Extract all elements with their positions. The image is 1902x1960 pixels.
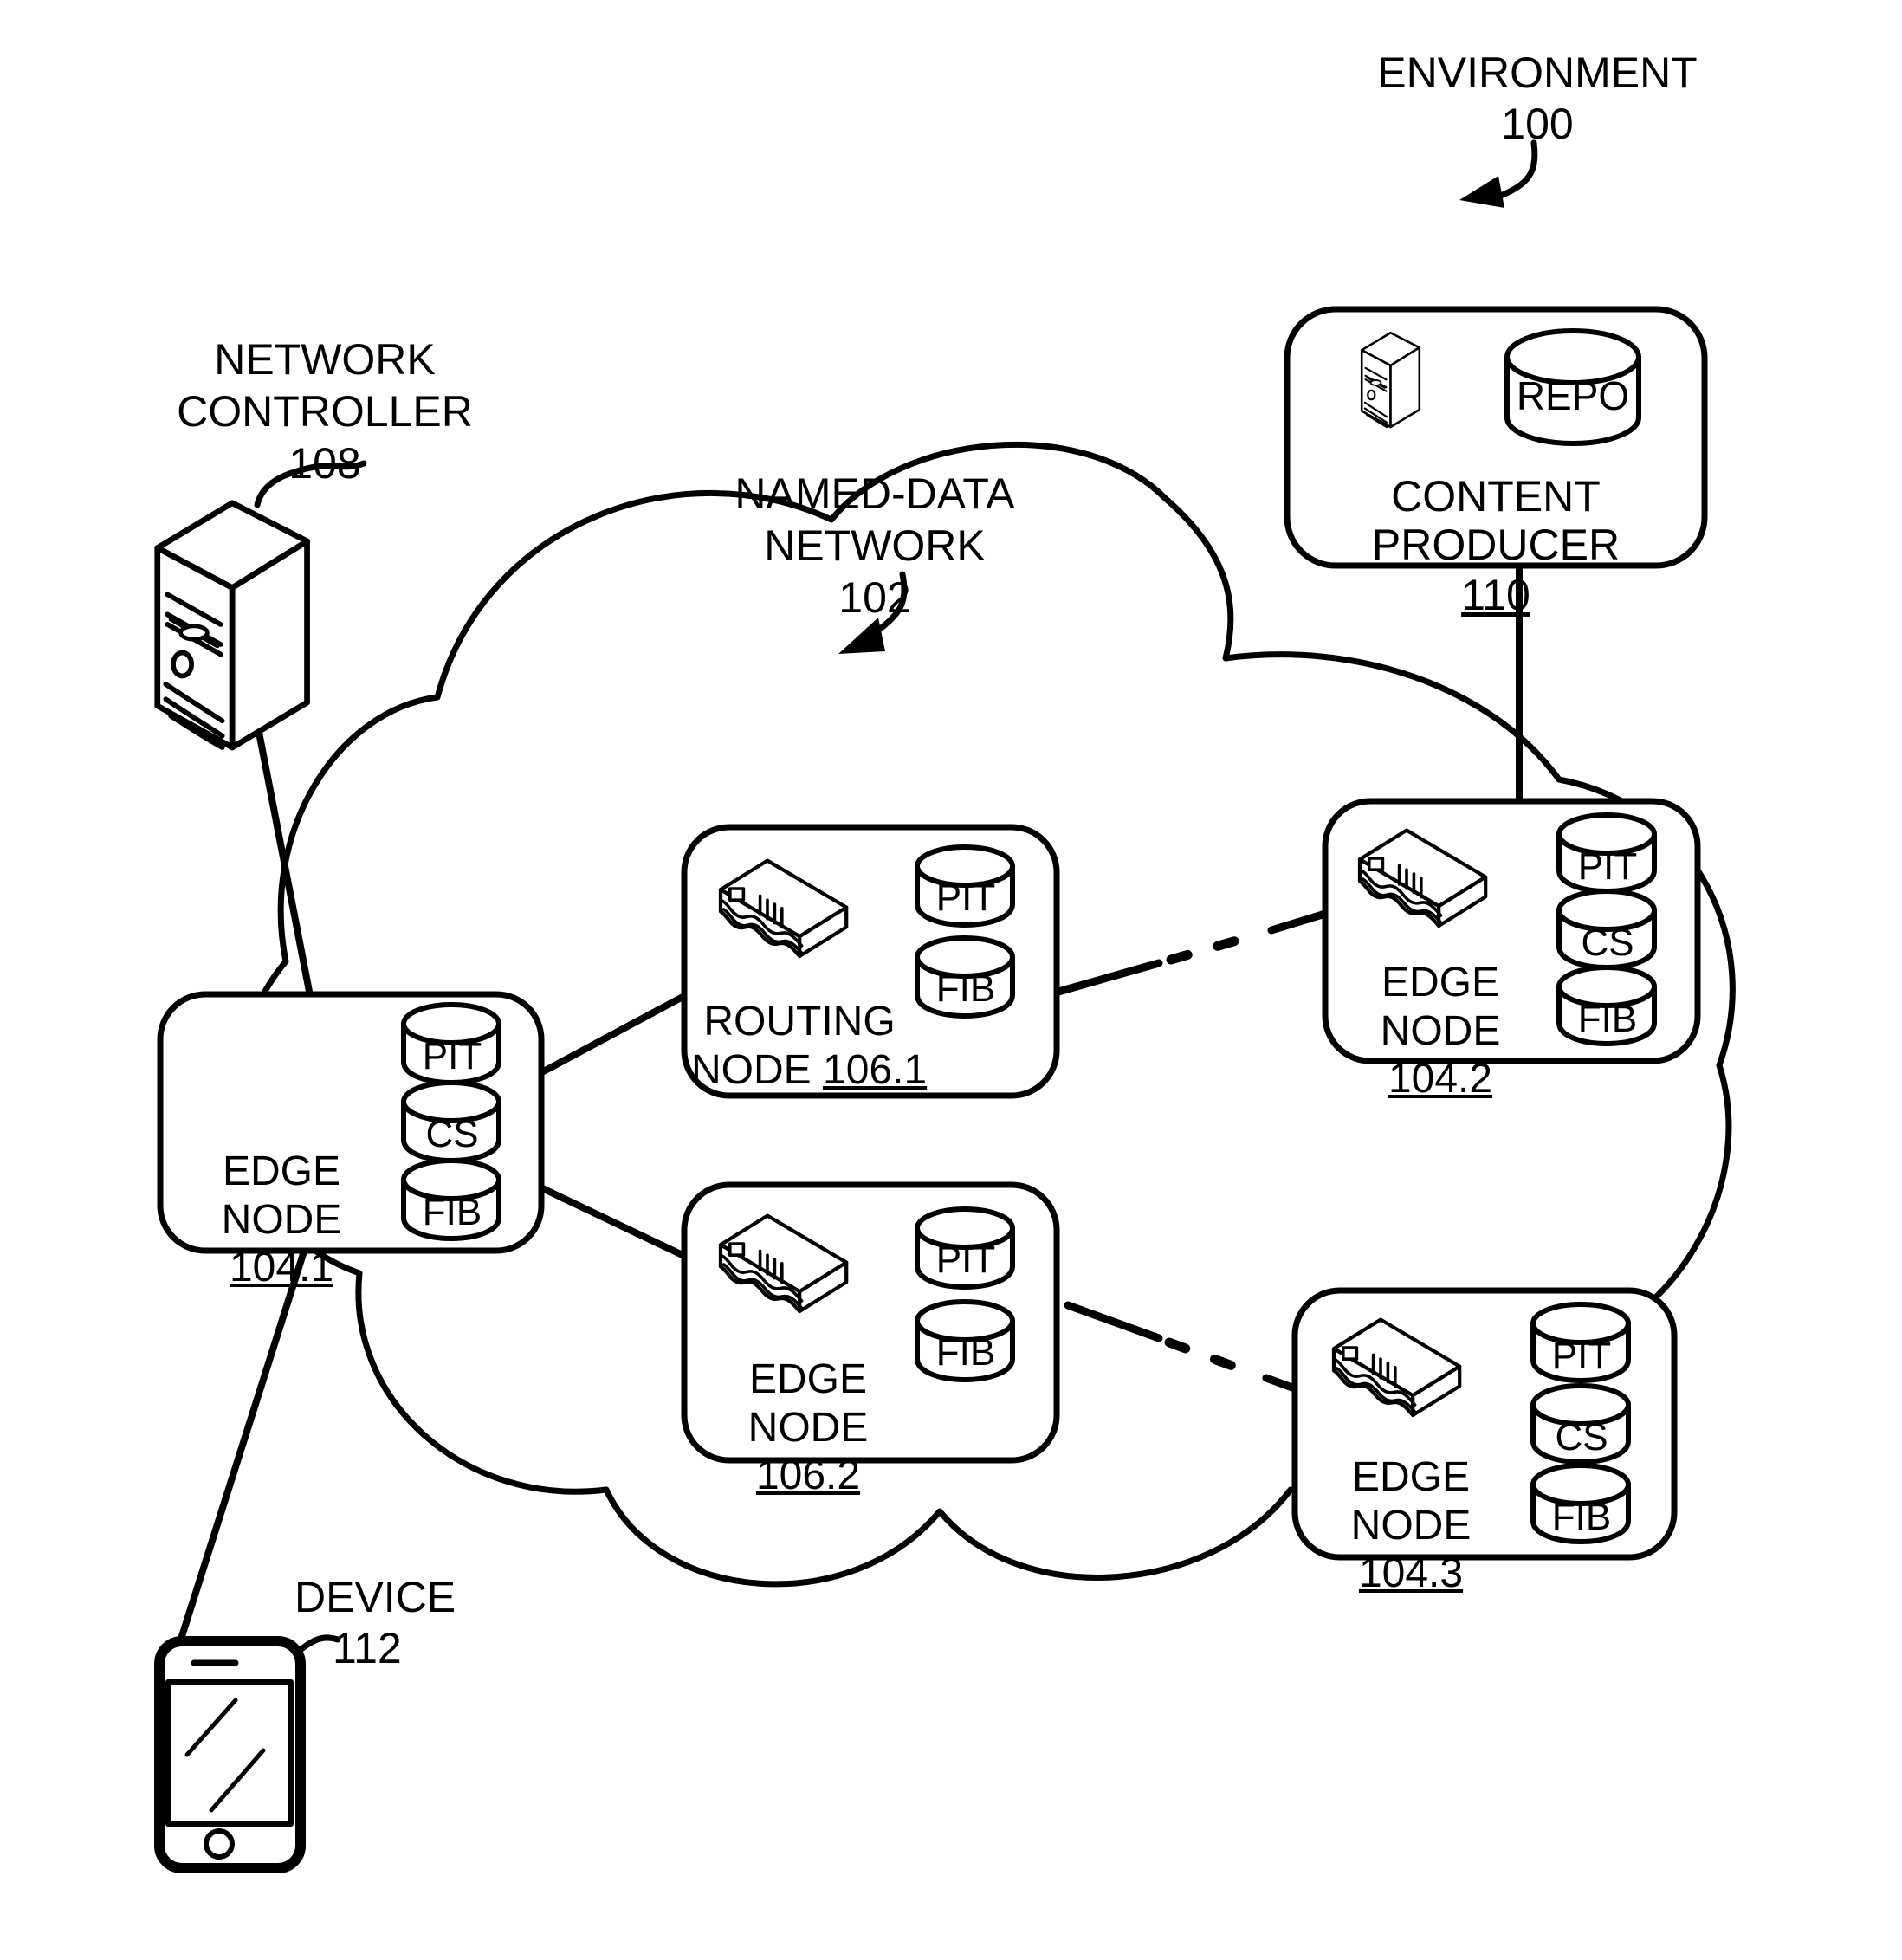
edge-node-104-3-store-pit: PIT [1551, 1335, 1612, 1377]
edge-node-104-2-ref: 104.2 [1388, 1056, 1493, 1103]
edge-node-106-2-store-fib: FIB [935, 1331, 996, 1374]
routing-node-106-1-label-word2: NODE [691, 1046, 812, 1093]
edge-node-104-1-label: EDGE NODE [221, 1148, 342, 1243]
edge-node-106-2-label: EDGE NODE [747, 1356, 869, 1451]
edge-node-104-3-ref: 104.3 [1358, 1550, 1464, 1597]
network-label-line2: NETWORK [764, 521, 986, 570]
edge-node-104-1-store-fib: FIB [422, 1191, 482, 1233]
edge-node-104-3-store-cs: CS [1555, 1416, 1608, 1459]
link-device-to-104-1 [174, 1237, 311, 1653]
network-controller-group[interactable] [158, 503, 307, 747]
server-tower-icon [158, 503, 307, 747]
routing-node-106-1-store-pit: PIT [935, 877, 996, 919]
routing-node-106-1-label-line1: ROUTING [703, 999, 896, 1045]
device-smartphone-icon[interactable] [154, 1636, 306, 1873]
server-tower-icon [1360, 331, 1421, 429]
edge-node-104-2-store-cs: CS [1581, 922, 1634, 964]
content-producer-label: CONTENT PRODUCER [1371, 472, 1621, 569]
routing-node-106-1-store-fib: FIB [935, 967, 996, 1010]
edge-node-106-2-label-group: EDGE NODE 106.2 [691, 1355, 925, 1500]
environment-leader-arrow [1459, 139, 1538, 208]
network-label-line1: NAMED-DATA [734, 469, 1015, 518]
patent-figure-canvas: ENVIRONMENT 100 NAMED-DATA NETWORK 102 N… [0, 0, 1902, 1960]
edge-node-106-2-ref: 106.2 [755, 1452, 861, 1499]
edge-node-104-1-store-pit: PIT [422, 1035, 482, 1077]
link-104-1-to-106-1 [535, 993, 688, 1077]
link-106-1-to-104-2 [1054, 907, 1338, 996]
network-label-group: NAMED-DATA NETWORK 102 [702, 468, 1048, 624]
edge-node-106-2-store-pit: PIT [935, 1239, 996, 1281]
edge-node-104-1-label-group: EDGE NODE 104.1 [165, 1148, 398, 1292]
content-producer-ref: 110 [1461, 571, 1530, 619]
device-ref: 112 [333, 1624, 402, 1672]
network-controller-label-group: NETWORK CONTROLLER 108 [121, 333, 528, 489]
network-controller-ref: 108 [288, 439, 361, 488]
edge-node-104-2-store-pit: PIT [1577, 845, 1638, 888]
routing-node-106-1-label-line2: NODE 106.1 [691, 1046, 927, 1095]
link-104-1-to-106-2 [535, 1183, 688, 1259]
environment-label-group: ENVIRONMENT 100 [1351, 48, 1724, 150]
edge-node-104-2-store-fib: FIB [1577, 998, 1638, 1040]
environment-label: ENVIRONMENT [1377, 49, 1698, 97]
network-controller-label-line1: NETWORK [214, 335, 436, 384]
edge-node-104-1-ref: 104.1 [229, 1245, 334, 1291]
repo-store-label: REPO [1516, 373, 1630, 418]
routing-node-106-1-ref: 106.1 [823, 1046, 928, 1093]
edge-node-104-3-store-fib: FIB [1551, 1496, 1612, 1538]
network-ref: 102 [838, 573, 911, 622]
edge-node-104-1-store-cs: CS [425, 1113, 479, 1155]
edge-node-104-3-label: EDGE NODE [1350, 1454, 1472, 1549]
edge-node-104-3-label-group: EDGE NODE 104.3 [1294, 1453, 1528, 1598]
environment-ref: 100 [1501, 100, 1574, 148]
network-controller-label-line2: CONTROLLER [177, 387, 473, 436]
device-label: DEVICE [294, 1573, 456, 1621]
content-producer-label-group: CONTENT PRODUCER 110 [1273, 472, 1718, 621]
device-label-group: DEVICE 112 [294, 1572, 537, 1674]
edge-node-104-2-label: EDGE NODE [1380, 960, 1501, 1054]
edge-node-104-2-label-group: EDGE NODE 104.2 [1323, 959, 1557, 1103]
routing-node-106-1-label-group: ROUTING NODE 106.1 [691, 998, 927, 1095]
